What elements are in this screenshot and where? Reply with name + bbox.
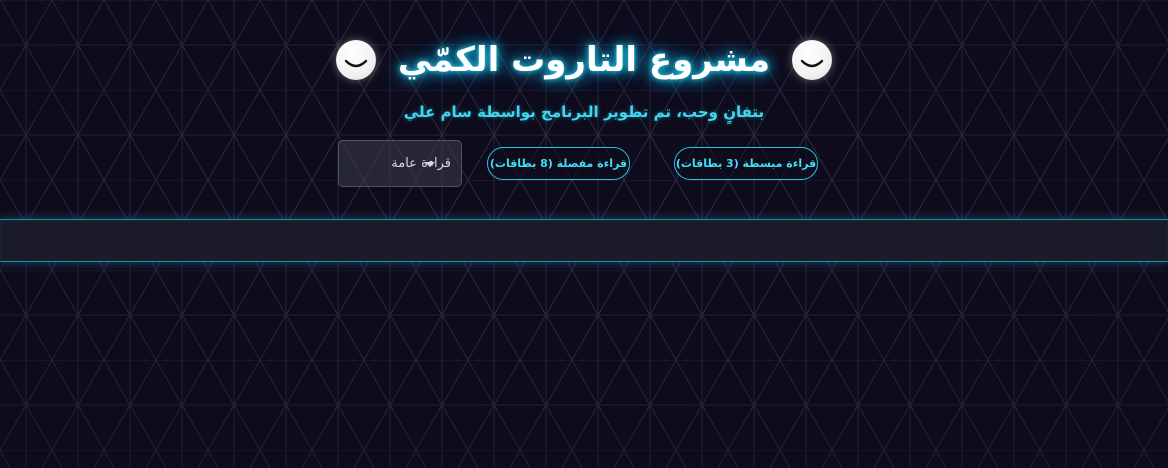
chevron-down-icon	[425, 162, 435, 167]
header: مشروع التاروت الكمّي	[0, 36, 1168, 84]
reading-controls: قراءة عامة قراءة مفصلة (8 بطاقات) قراءة …	[0, 140, 1168, 188]
simple-reading-button[interactable]: قراءة مبسطة (3 بطاقات)	[674, 147, 818, 180]
detailed-reading-button[interactable]: قراءة مفصلة (8 بطاقات)	[487, 147, 630, 180]
reading-type-selected: قراءة عامة	[391, 156, 451, 171]
subtitle: بتفانٍ وحب، تم تطوير البرنامج بواسطة سام…	[403, 103, 765, 121]
cards-area	[0, 219, 1168, 262]
page-title: مشروع التاروت الكمّي	[397, 40, 771, 80]
moon-face-icon	[792, 40, 833, 80]
moon-face-icon	[335, 40, 376, 80]
reading-type-select[interactable]: قراءة عامة	[338, 140, 462, 187]
page-content: مشروع التاروت الكمّي بتفانٍ وحب، تم تطوي…	[0, 0, 1168, 468]
